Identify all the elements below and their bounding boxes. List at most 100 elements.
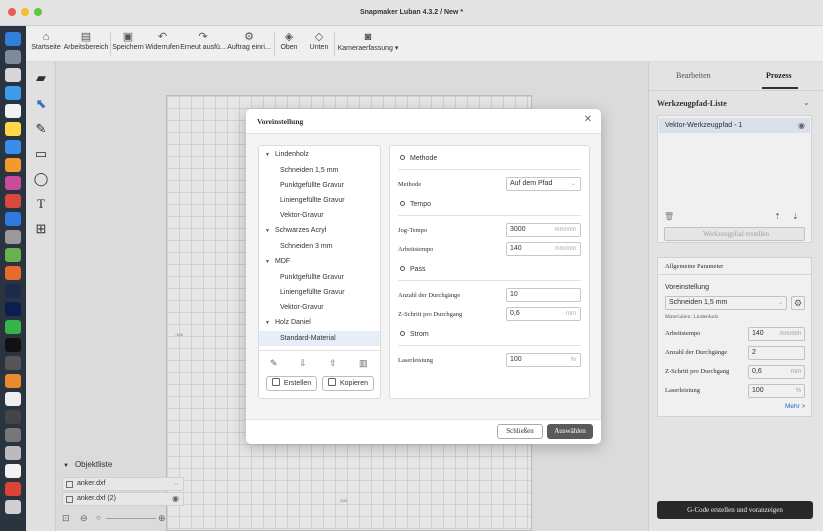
app-icon[interactable]	[5, 194, 21, 208]
work-speed-input[interactable]: 140 mm/min	[506, 242, 581, 256]
section-dot-icon	[400, 331, 405, 336]
top-toolbar: ⌂ Startseite ▤ Arbeitsbereich ▣ Speichern ↶…	[26, 26, 823, 62]
app-store-icon[interactable]	[5, 212, 21, 226]
preset-dialog: Voreinstellung ✕ ▼ Lindenholz Schneiden 1…	[246, 109, 601, 444]
preset-item-selected[interactable]: Standard-Material	[259, 331, 380, 346]
top-view-button[interactable]: ◈ Oben	[276, 30, 302, 60]
import-icon[interactable]: ⇩	[299, 358, 307, 369]
preset-item[interactable]: Vektor-Gravur	[259, 300, 380, 315]
app-icon[interactable]	[5, 374, 21, 388]
photos-icon[interactable]	[5, 176, 21, 190]
close-button[interactable]: Schließen	[497, 424, 543, 439]
preset-item[interactable]: Liniengefüllte Gravur	[259, 285, 380, 300]
home-button[interactable]: ⌂ Startseite	[30, 30, 62, 60]
laser-power-input[interactable]: 100%	[506, 353, 581, 367]
app-icon[interactable]	[5, 302, 21, 316]
app-icon[interactable]	[5, 248, 21, 262]
chevron-down-icon: ▼	[265, 320, 270, 326]
preset-item[interactable]: Punktgefüllte Gravur	[259, 270, 380, 285]
section-divider	[398, 280, 581, 281]
close-icon[interactable]: ✕	[584, 114, 592, 125]
home-icon: ⌂	[42, 31, 50, 43]
launchpad-icon[interactable]	[5, 50, 21, 64]
preset-item[interactable]: Schneiden 3 mm	[259, 239, 380, 254]
workspace-icon: ▤	[80, 31, 92, 43]
preset-item[interactable]: Punktgefüllte Gravur	[259, 178, 380, 193]
copy-preset-button[interactable]: Kopieren	[322, 376, 374, 391]
passes-input[interactable]: 10	[506, 288, 581, 302]
redo-button[interactable]: ↷ Erneut ausfü...	[180, 30, 226, 60]
section-dot-icon	[400, 155, 405, 160]
app-icon[interactable]	[5, 356, 21, 370]
laser-power-label: Laserleistung	[398, 357, 434, 364]
title-bar: Snapmaker Luban 4.3.2 / New *	[0, 0, 823, 26]
app-icon[interactable]	[5, 392, 21, 406]
preset-group-holz-daniel[interactable]: ▼ Holz Daniel	[265, 319, 311, 326]
trash-icon[interactable]: ▥	[359, 358, 368, 369]
dialog-title: Voreinstellung	[257, 117, 304, 126]
top-view-icon: ◈	[284, 31, 294, 43]
trash-icon[interactable]	[5, 500, 21, 514]
section-dot-icon	[400, 201, 405, 206]
app-icon[interactable]	[5, 482, 21, 496]
app-icon[interactable]	[5, 410, 21, 424]
app-icon[interactable]	[5, 284, 21, 298]
section-divider	[398, 169, 581, 170]
create-preset-button[interactable]: Erstellen	[266, 376, 317, 391]
preset-group-lindenholz[interactable]: ▼ Lindenholz	[265, 151, 309, 158]
camera-capture-button[interactable]: ◙ Kameraerfassung ▾	[336, 30, 400, 60]
app-icon[interactable]	[5, 158, 21, 172]
app-icon[interactable]	[5, 428, 21, 442]
preset-group-black-acrylic[interactable]: ▼ Schwarzes Acryl	[265, 227, 326, 234]
passes-label: Anzahl der Durchgänge	[398, 292, 461, 299]
section-dot-icon	[400, 266, 405, 271]
method-label: Methode	[398, 181, 422, 188]
finder-icon[interactable]	[5, 32, 21, 46]
safari-icon[interactable]	[5, 86, 21, 100]
toolbar-divider	[334, 32, 335, 56]
section-power: Strom	[400, 331, 429, 338]
chevron-down-icon: ▾	[392, 45, 399, 52]
undo-button[interactable]: ↶ Widerrufen	[145, 30, 180, 60]
preset-item[interactable]: Liniengefüllte Gravur	[259, 193, 380, 208]
toolbar-divider	[274, 32, 275, 56]
section-method: Methode	[400, 155, 437, 162]
preset-params: Methode Methode Auf dem Pfad ⌄ Tempo Jog-…	[389, 145, 590, 399]
app-icon[interactable]	[5, 464, 21, 478]
app-icon[interactable]	[5, 230, 21, 244]
job-setup-button[interactable]: ⚙ Auftrag einri...	[226, 30, 272, 60]
macos-dock	[0, 26, 26, 531]
notes-icon[interactable]	[5, 122, 21, 136]
section-divider	[398, 215, 581, 216]
method-select[interactable]: Auf dem Pfad ⌄	[506, 177, 581, 191]
preset-item[interactable]: Schneiden 1,5 mm	[259, 163, 380, 178]
app-icon[interactable]	[5, 68, 21, 82]
preset-item[interactable]: Vektor-Gravur	[259, 208, 380, 223]
workspace-button[interactable]: ▤ Arbeitsbereich	[62, 30, 110, 60]
section-pass: Pass	[400, 266, 426, 273]
create-icon	[271, 378, 280, 386]
z-step-label: Z-Schritt pro Durchgang	[398, 311, 463, 318]
window-title: Snapmaker Luban 4.3.2 / New *	[359, 9, 464, 16]
jog-speed-input[interactable]: 3000 mm/min	[506, 223, 581, 237]
dialog-footer-divider	[246, 419, 601, 420]
bottom-view-button[interactable]: ◇ Unten	[305, 30, 333, 60]
preset-group-mdf[interactable]: ▼ MDF	[265, 258, 290, 265]
export-icon[interactable]: ⇧	[329, 358, 337, 369]
app-icon[interactable]	[5, 266, 21, 280]
select-button[interactable]: Auswählen	[547, 424, 593, 439]
edit-icon[interactable]: ✎	[270, 358, 278, 369]
terminal-icon[interactable]	[5, 338, 21, 352]
app-icon[interactable]	[5, 320, 21, 334]
camera-icon: ◙	[364, 31, 372, 43]
section-speed: Tempo	[400, 201, 431, 208]
list-divider	[259, 350, 380, 351]
redo-icon: ↷	[198, 31, 208, 43]
jog-speed-label: Jog-Tempo	[398, 227, 428, 234]
z-step-input[interactable]: 0,6 mm	[506, 307, 581, 321]
app-icon[interactable]	[5, 446, 21, 460]
app-icon[interactable]	[5, 140, 21, 154]
calendar-icon[interactable]	[5, 104, 21, 118]
save-button[interactable]: ▣ Speichern	[111, 30, 145, 60]
preset-tree: ▼ Lindenholz Schneiden 1,5 mm Punktgefüll…	[258, 145, 381, 399]
